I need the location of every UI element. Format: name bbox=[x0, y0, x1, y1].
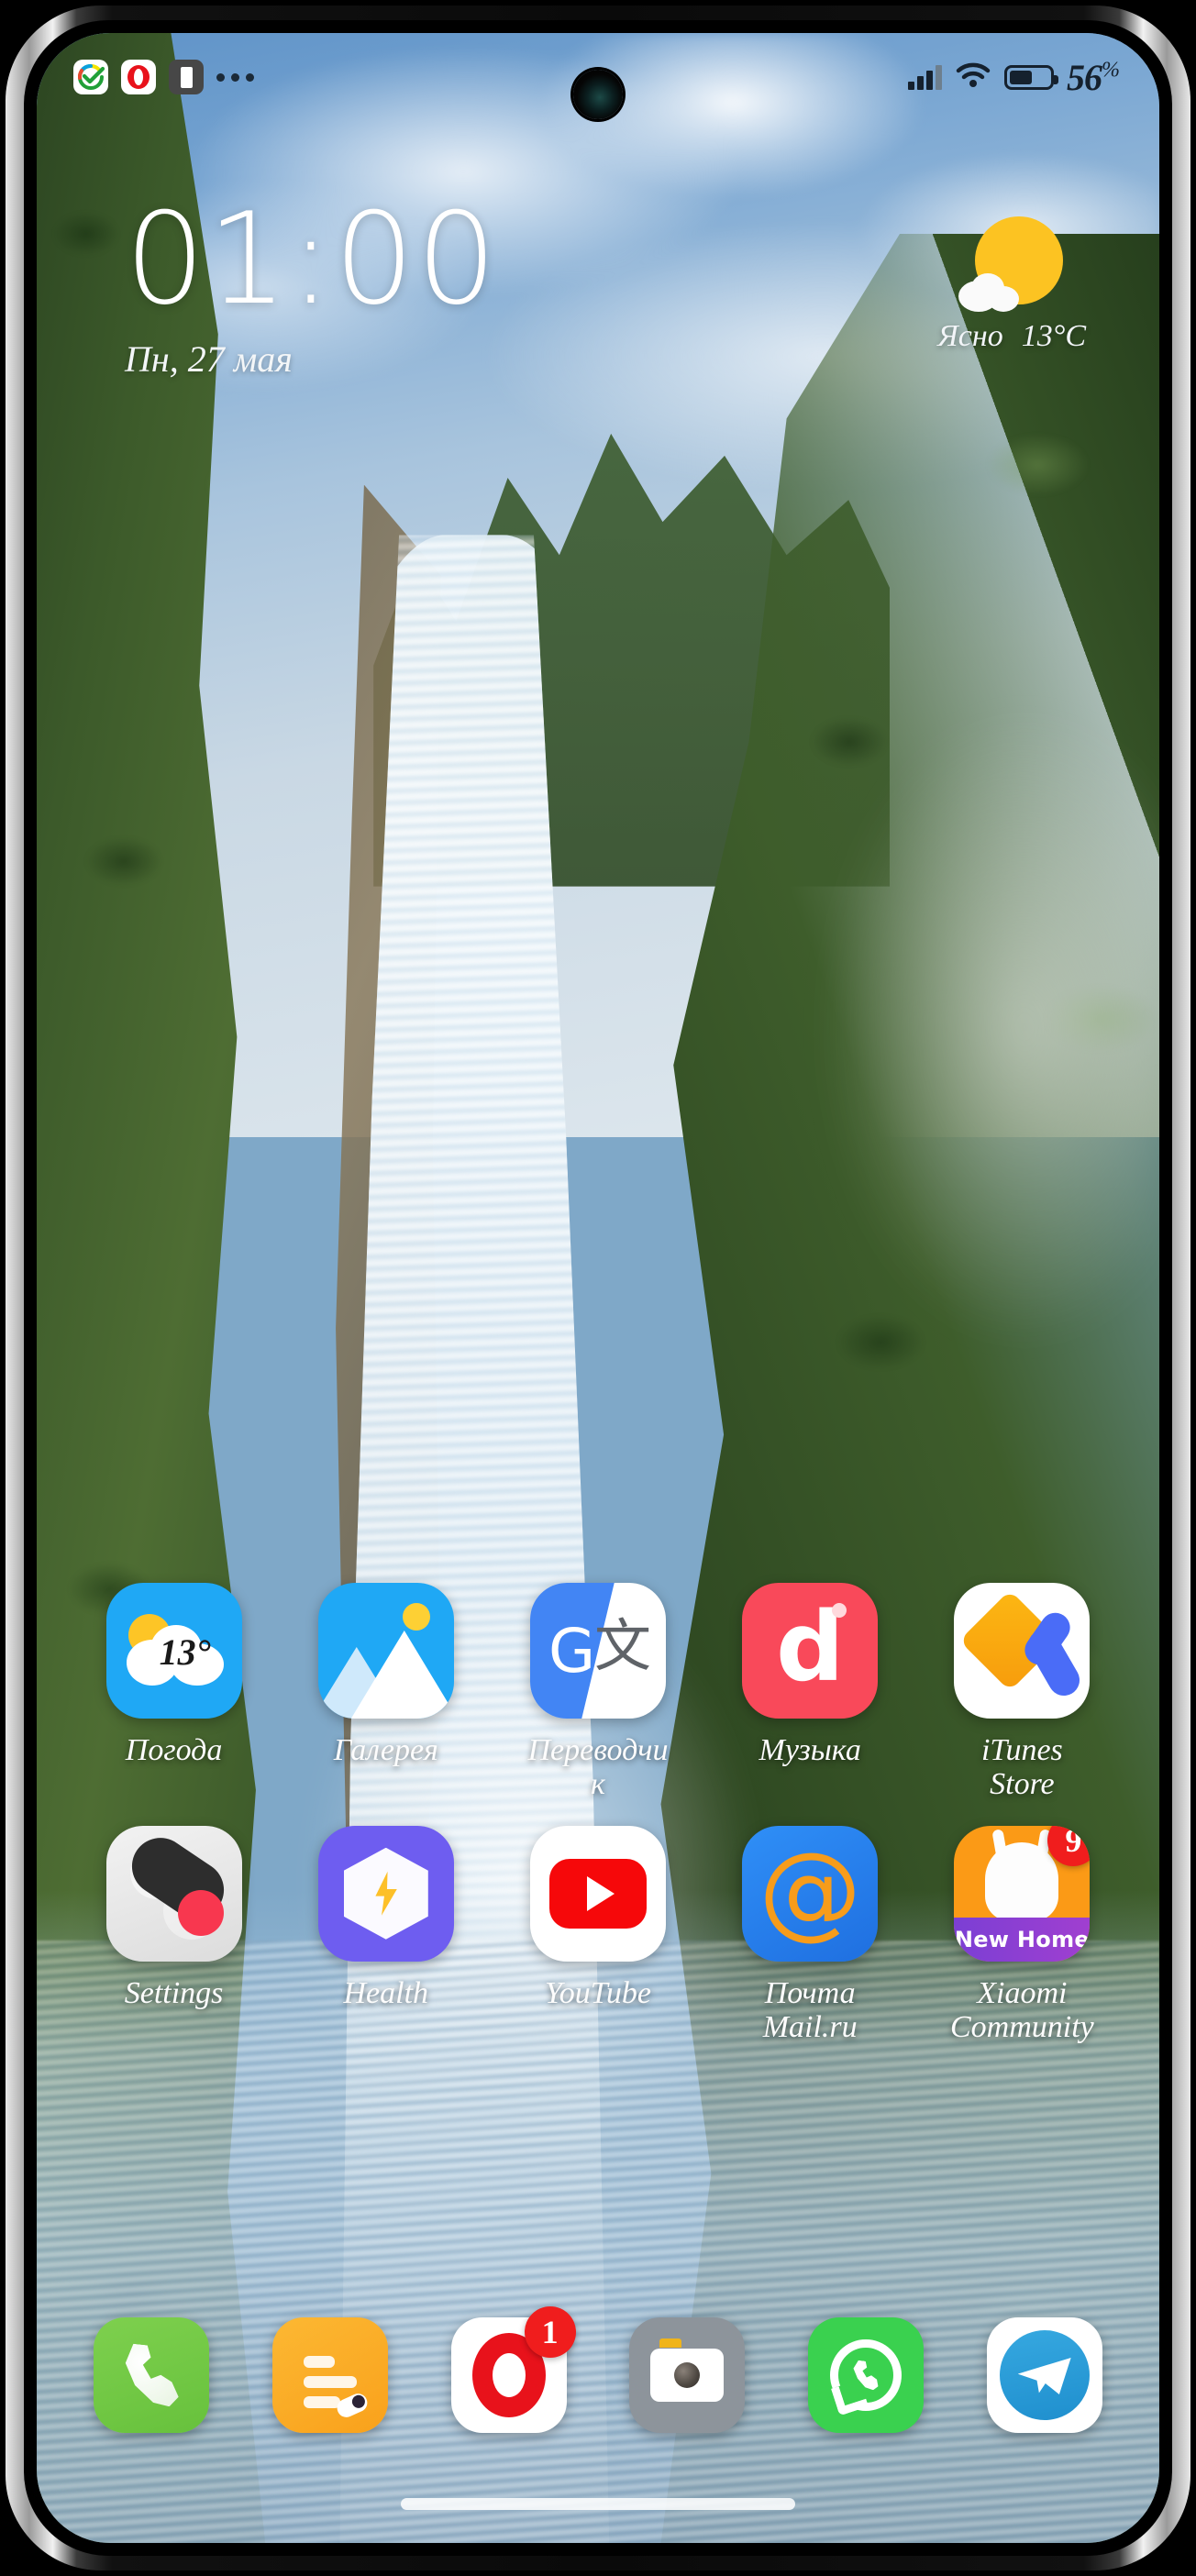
app-mail-ru[interactable]: @ Почта Mail.ru bbox=[704, 1825, 916, 2045]
paper-plane-icon bbox=[1017, 2358, 1071, 2394]
play-triangle-icon bbox=[587, 1875, 615, 1911]
battery-unit: % bbox=[1102, 58, 1120, 83]
phone-screen: 56% 01:00 Пн, 27 мая Ясно 13°C 13° Погод… bbox=[37, 33, 1159, 2543]
app-health[interactable]: Health bbox=[280, 1825, 492, 2045]
app-music[interactable]: d Музыка bbox=[704, 1583, 916, 1802]
app-weather[interactable]: 13° Погода bbox=[68, 1583, 280, 1802]
notes-pen-shape bbox=[334, 2390, 371, 2421]
phone-handset-shape bbox=[119, 2343, 183, 2407]
notification-badge: 9 bbox=[1047, 1825, 1091, 1866]
dock-phone[interactable] bbox=[62, 2317, 241, 2433]
wallpaper-waterfall bbox=[37, 33, 1159, 2543]
app-row-2: Settings Health YouTube @ Почта Mail.ru … bbox=[37, 1825, 1159, 2045]
front-camera-icon bbox=[573, 70, 623, 119]
home-indicator[interactable] bbox=[401, 2498, 795, 2510]
weather-icon-temp: 13° bbox=[159, 1631, 211, 1673]
app-label-xiaomi-community: Xiaomi Community bbox=[950, 1975, 1094, 2045]
camera-body-shape bbox=[650, 2338, 725, 2402]
gallery-icon-sun bbox=[402, 1603, 430, 1631]
app-label-youtube: YouTube bbox=[545, 1975, 651, 2010]
app-youtube[interactable]: YouTube bbox=[492, 1825, 703, 2045]
cloud-shape bbox=[958, 273, 1023, 312]
app-label-gallery: Галерея bbox=[333, 1733, 438, 1767]
weather-icon: 13° bbox=[105, 1583, 242, 1719]
id-card-icon bbox=[169, 60, 204, 94]
telegram-icon bbox=[986, 2317, 1102, 2433]
wifi-icon bbox=[955, 61, 991, 94]
settings-icon-knob bbox=[177, 1889, 224, 1936]
app-itunes[interactable]: iTunes Store bbox=[916, 1583, 1128, 1802]
telegram-circle-shape bbox=[999, 2330, 1090, 2420]
health-icon-hexagon bbox=[343, 1847, 428, 1940]
lightning-bolt-icon bbox=[375, 1871, 397, 1916]
dock-notes[interactable] bbox=[241, 2317, 420, 2433]
app-label-translate: Переводчик bbox=[527, 1733, 669, 1802]
app-label-health: Health bbox=[343, 1975, 429, 2010]
weather-widget[interactable]: Ясно 13°C bbox=[937, 213, 1086, 354]
dock-telegram[interactable] bbox=[955, 2317, 1134, 2433]
whatsapp-bubble-shape bbox=[829, 2339, 902, 2411]
itunes-store-icon bbox=[954, 1583, 1091, 1719]
app-row-1: 13° Погода Галерея G 文 Переводчик d Музы… bbox=[37, 1583, 1159, 1802]
xiaomi-icon-body bbox=[985, 1841, 1059, 1921]
youtube-icon bbox=[529, 1825, 666, 1962]
health-hexagon-icon bbox=[317, 1825, 454, 1962]
translate-icon-cjk-glyph: 文 bbox=[593, 1612, 651, 1679]
status-bar-notifications[interactable] bbox=[73, 60, 254, 94]
app-label-settings: Settings bbox=[124, 1975, 224, 2010]
phone-icon bbox=[94, 2317, 210, 2433]
battery-value: 56 bbox=[1067, 56, 1102, 98]
app-label-music: Музыка bbox=[759, 1733, 861, 1767]
notification-badge: 1 bbox=[524, 2306, 576, 2358]
google-translate-icon: G 文 bbox=[529, 1583, 666, 1719]
app-grid: 13° Погода Галерея G 文 Переводчик d Музы… bbox=[37, 1583, 1159, 2045]
sber-icon bbox=[73, 60, 108, 94]
weather-text: Ясно 13°C bbox=[937, 319, 1086, 354]
clock-date: Пн, 27 мая bbox=[125, 338, 293, 380]
music-icon: d bbox=[742, 1583, 879, 1719]
translate-icon-g-glyph: G bbox=[548, 1616, 596, 1686]
camera-lens-shape bbox=[674, 2362, 701, 2388]
app-gallery[interactable]: Галерея bbox=[280, 1583, 492, 1802]
xiaomi-icon-banner-text: New Home bbox=[954, 1926, 1090, 1952]
notes-icon bbox=[271, 2317, 388, 2433]
music-icon-dot bbox=[832, 1603, 847, 1618]
weather-temperature: 13°C bbox=[1021, 319, 1086, 353]
youtube-icon-body bbox=[548, 1858, 647, 1929]
status-bar-system[interactable]: 56% bbox=[908, 56, 1120, 99]
whatsapp-icon bbox=[807, 2317, 924, 2433]
dock-opera[interactable]: 1 bbox=[419, 2306, 598, 2433]
signal-bars-icon bbox=[908, 64, 942, 90]
xiaomi-community-icon: New Home 9 bbox=[954, 1825, 1091, 1962]
dock-whatsapp[interactable] bbox=[777, 2317, 956, 2433]
at-sign-glyph: @ bbox=[759, 1830, 862, 1951]
app-label-mail-ru: Почта Mail.ru bbox=[762, 1975, 858, 2045]
clock-widget[interactable]: 01:00 Пн, 27 мая bbox=[125, 196, 499, 381]
dock-camera[interactable] bbox=[598, 2317, 777, 2433]
sun-behind-cloud-icon bbox=[957, 213, 1067, 314]
xiaomi-icon-banner: New Home bbox=[954, 1917, 1091, 1962]
app-settings[interactable]: Settings bbox=[68, 1825, 280, 2045]
mail-at-icon: @ bbox=[742, 1825, 879, 1962]
battery-percent: 56% bbox=[1067, 56, 1120, 99]
device-frame: 56% 01:00 Пн, 27 мая Ясно 13°C 13° Погод… bbox=[0, 0, 1196, 2576]
battery-icon bbox=[1004, 64, 1058, 90]
more-icons[interactable] bbox=[216, 72, 254, 82]
app-xiaomi-community[interactable]: New Home 9 Xiaomi Community bbox=[916, 1825, 1128, 2045]
clock-time: 01:00 bbox=[125, 185, 499, 333]
opera-browser-icon: 1 bbox=[450, 2306, 576, 2433]
weather-condition: Ясно bbox=[937, 319, 1003, 353]
app-label-weather: Погода bbox=[125, 1733, 223, 1767]
app-label-itunes: iTunes Store bbox=[980, 1733, 1063, 1802]
dock: 1 bbox=[37, 2306, 1159, 2433]
settings-toggle-icon bbox=[105, 1825, 242, 1962]
gallery-icon bbox=[317, 1583, 454, 1719]
opera-icon bbox=[121, 60, 156, 94]
camera-icon bbox=[629, 2317, 746, 2433]
app-translate[interactable]: G 文 Переводчик bbox=[492, 1583, 703, 1802]
